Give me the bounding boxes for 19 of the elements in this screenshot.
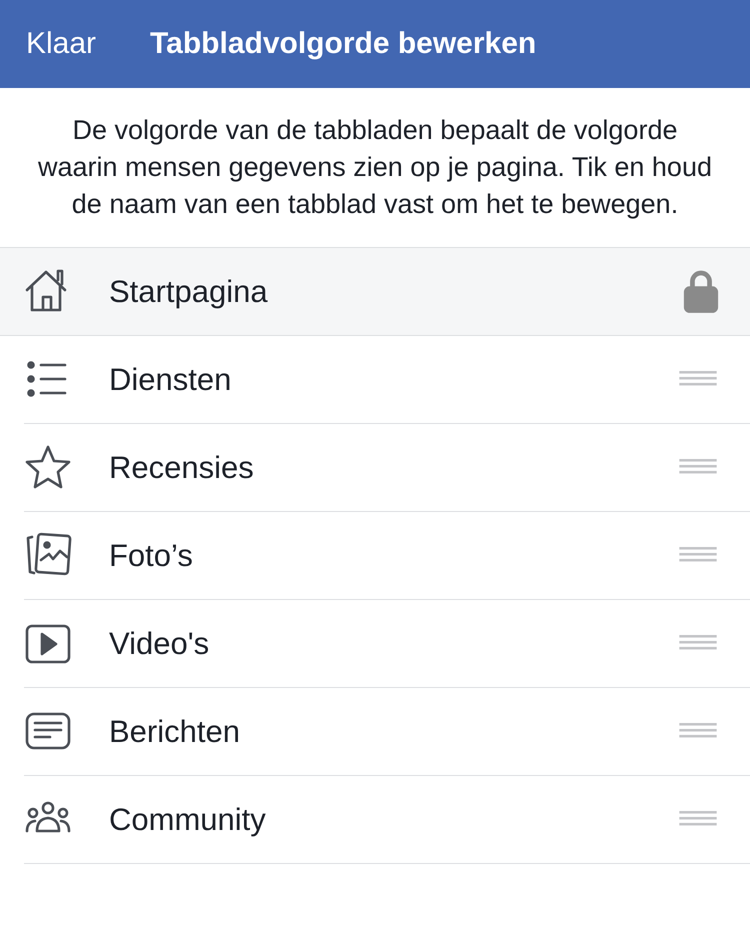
- tab-label: Recensies: [109, 450, 255, 486]
- tab-row[interactable]: Foto’s: [24, 512, 750, 600]
- done-button[interactable]: Klaar: [26, 27, 96, 61]
- description-text: De volgorde van de tabbladen bepaalt de volgorde waarin mensen gegevens zien op je pagina. Tik en houd de naam van een tabblad vast om het te bewegen.: [37, 114, 713, 221]
- lock-icon: [682, 268, 720, 314]
- tab-label: Video's: [109, 626, 210, 662]
- tab-row[interactable]: Berichten: [24, 688, 750, 776]
- tab-label: Startpagina: [109, 274, 269, 310]
- tab-row[interactable]: Startpagina: [0, 247, 750, 336]
- star-icon: [24, 444, 72, 492]
- tab-row[interactable]: Diensten: [24, 336, 750, 424]
- tab-row[interactable]: Video's: [24, 600, 750, 688]
- tab-label: Diensten: [109, 362, 232, 398]
- tab-label: Foto’s: [109, 538, 194, 574]
- tab-label: Berichten: [109, 714, 241, 750]
- page-title: Tabbladvolgorde bewerken: [150, 27, 536, 61]
- tab-row[interactable]: Recensies: [24, 424, 750, 512]
- tab-row[interactable]: Community: [24, 776, 750, 864]
- tab-label: Community: [109, 802, 267, 838]
